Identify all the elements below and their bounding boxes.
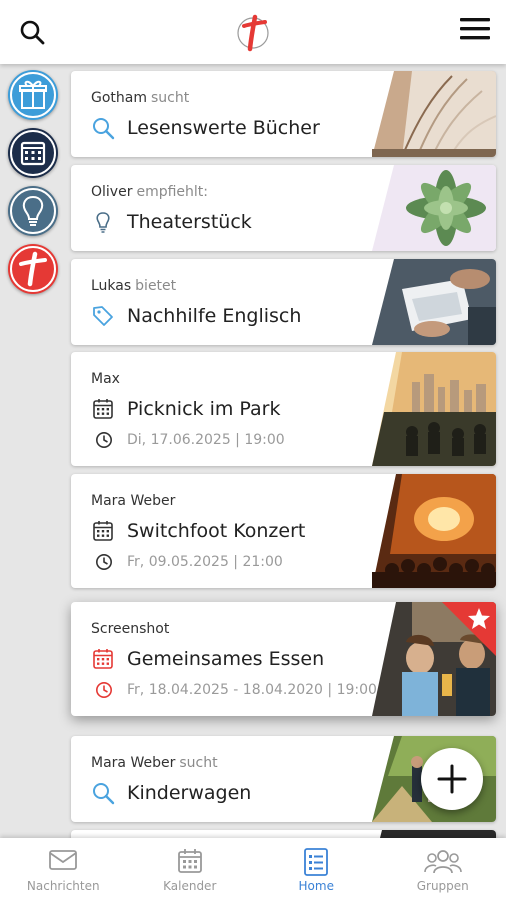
nav-label: Gruppen: [416, 879, 469, 893]
card-meta: Gotham sucht: [91, 90, 189, 106]
card-title: Switchfoot Konzert: [127, 520, 306, 542]
card-date: Fr, 18.04.2025 - 18.04.2020 | 19:00: [127, 682, 377, 698]
calendar-icon: [93, 521, 113, 541]
search-icon: [93, 783, 115, 805]
gift-icon: [10, 72, 56, 118]
nav-label: Home: [298, 879, 334, 893]
card-title: Nachhilfe Englisch: [127, 305, 302, 327]
plus-icon: [437, 764, 467, 794]
feed-card[interactable]: Gotham sucht Lesenswerte Bücher: [71, 71, 496, 157]
card-image: [372, 474, 496, 588]
nav-label: Nachrichten: [26, 879, 100, 893]
category-rail: [0, 64, 66, 844]
nav-item-home[interactable]: Home: [253, 838, 380, 900]
card-image: [372, 71, 496, 157]
card-author: Lukas: [91, 278, 132, 294]
card-title: Picknick im Park: [127, 398, 281, 420]
list-icon: [304, 848, 329, 876]
card-title: Kinderwagen: [127, 782, 252, 804]
add-post-button[interactable]: [421, 748, 483, 810]
clock-icon: [96, 682, 112, 698]
nav-label: Kalender: [163, 879, 217, 893]
calendar-category-button[interactable]: [8, 128, 58, 178]
card-title-row: Theaterstück: [91, 210, 252, 234]
bottom-navigation: Nachrichten Kalender Home Gruppen: [0, 838, 506, 900]
search-icon[interactable]: [18, 18, 46, 46]
card-title-row: Kinderwagen: [91, 781, 251, 805]
card-date-row: Fr, 09.05.2025 | 21:00: [95, 553, 283, 571]
card-author: Gotham: [91, 90, 147, 106]
card-meta: Screenshot: [91, 621, 173, 637]
calendar-icon: [10, 130, 56, 176]
faith-category-button[interactable]: [8, 244, 58, 294]
card-title-row: Nachhilfe Englisch: [91, 304, 301, 328]
feed-card[interactable]: Max Picknick im Park Di, 17.06.2025 | 19…: [71, 352, 496, 466]
card-title: Gemeinsames Essen: [127, 648, 325, 670]
nav-item-messages[interactable]: Nachrichten: [0, 838, 127, 900]
card-image: [372, 352, 496, 466]
clock-icon: [96, 432, 112, 448]
cross-logo-icon: [10, 246, 56, 292]
card-author: Max: [91, 371, 120, 387]
card-date: Di, 17.06.2025 | 19:00: [127, 432, 285, 448]
card-title: Lesenswerte Bücher: [127, 117, 320, 139]
top-app-bar: [0, 0, 506, 64]
card-author: Mara Weber: [91, 493, 176, 509]
hamburger-menu-icon[interactable]: [460, 16, 490, 42]
card-meta: Mara Weber sucht: [91, 755, 218, 771]
feed-card[interactable]: Mara Weber Switchfoot Konzert Fr, 09.05.…: [71, 474, 496, 588]
card-verb: sucht: [151, 90, 190, 106]
cross-logo[interactable]: [234, 12, 272, 52]
feed-card[interactable]: Lukas bietet Nachhilfe Englisch: [71, 259, 496, 345]
nav-item-groups[interactable]: Gruppen: [380, 838, 506, 900]
tag-icon: [93, 306, 113, 326]
calendar-icon: [93, 399, 113, 419]
nav-item-calendar[interactable]: Kalender: [127, 838, 254, 900]
card-verb: bietet: [135, 278, 177, 294]
clock-icon: [96, 554, 112, 570]
feed-card[interactable]: Oliver empfiehlt: Theaterstück: [71, 165, 496, 251]
search-icon: [93, 118, 115, 140]
card-verb: empfiehlt:: [136, 184, 208, 200]
favorite-star-icon[interactable]: [442, 602, 496, 656]
feed-card-highlighted[interactable]: Screenshot Gemeinsames Essen Fr, 18.04.2…: [71, 602, 496, 716]
card-author: Mara Weber: [91, 755, 176, 771]
card-date: Fr, 09.05.2025 | 21:00: [127, 554, 283, 570]
card-title: Theaterstück: [127, 211, 252, 233]
card-title-row: Picknick im Park: [91, 397, 280, 421]
card-author: Screenshot: [91, 621, 170, 637]
calendar-icon: [93, 649, 113, 669]
card-verb: sucht: [179, 755, 218, 771]
card-date-row: Di, 17.06.2025 | 19:00: [95, 431, 285, 449]
card-title-row: Lesenswerte Bücher: [91, 116, 320, 140]
idea-category-button[interactable]: [8, 186, 58, 236]
gift-category-button[interactable]: [8, 70, 58, 120]
card-meta: Lukas bietet: [91, 278, 176, 294]
lightbulb-icon: [96, 212, 110, 233]
card-date-row: Fr, 18.04.2025 - 18.04.2020 | 19:00: [95, 681, 377, 699]
card-image: [372, 259, 496, 345]
card-meta: Max: [91, 371, 124, 387]
lightbulb-icon: [10, 188, 56, 234]
card-meta: Oliver empfiehlt:: [91, 184, 208, 200]
card-author: Oliver: [91, 184, 133, 200]
calendar-icon: [177, 849, 202, 873]
card-title-row: Switchfoot Konzert: [91, 519, 305, 543]
card-image: [372, 165, 496, 251]
group-icon: [423, 850, 462, 874]
card-title-row: Gemeinsames Essen: [91, 647, 324, 671]
mail-icon: [49, 850, 78, 870]
card-meta: Mara Weber: [91, 493, 179, 509]
